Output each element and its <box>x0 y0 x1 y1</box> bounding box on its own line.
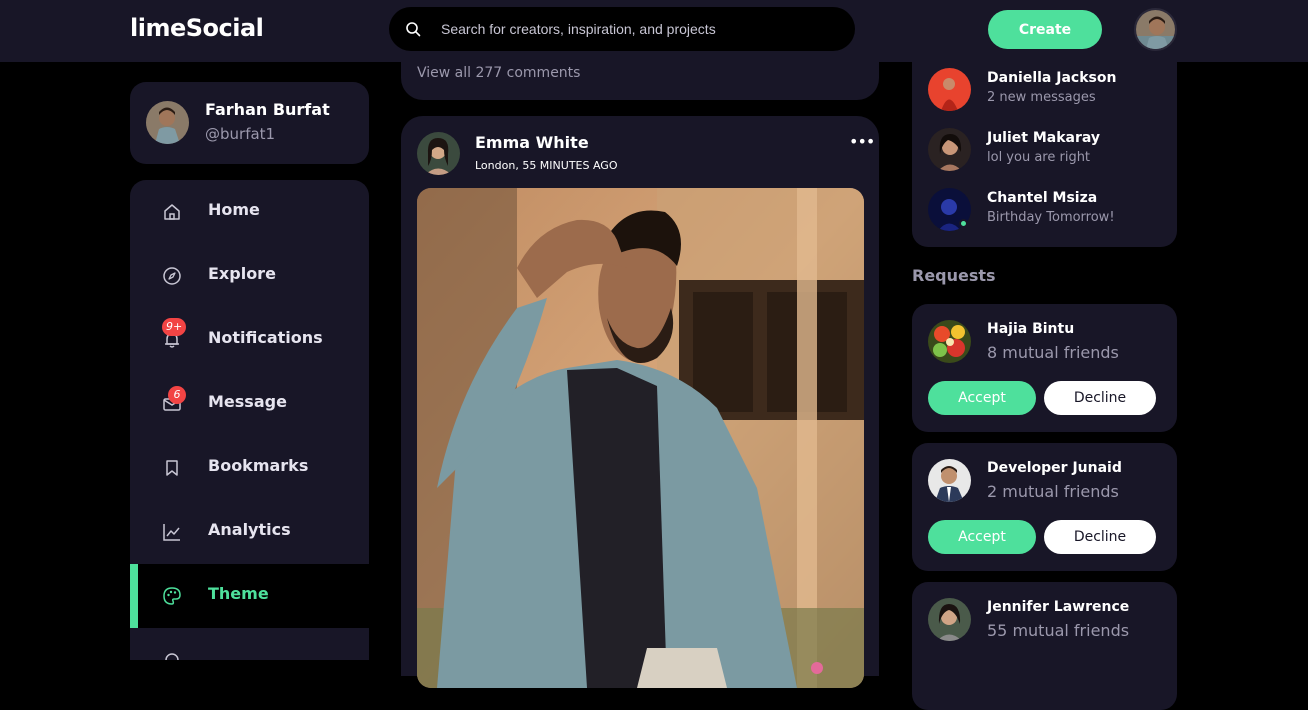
mutual-friends: 8 mutual friends <box>987 343 1119 362</box>
sidebar-item-label: Analytics <box>208 520 291 539</box>
sidebar-item-theme[interactable]: Theme <box>130 564 369 628</box>
sidebar-item-settings[interactable] <box>130 628 369 660</box>
post-author-name[interactable]: Emma White <box>475 133 589 152</box>
message-badge: 6 <box>168 386 186 404</box>
message-sender: Daniella Jackson <box>987 70 1117 86</box>
request-name[interactable]: Developer Junaid <box>987 460 1122 476</box>
view-comments-link[interactable]: View all 277 comments <box>417 65 580 81</box>
sidebar-item-notifications[interactable]: 9+ Notifications <box>130 308 369 372</box>
sidebar-item-label: Theme <box>208 584 269 603</box>
app-logo[interactable]: limeSocial <box>130 14 264 42</box>
request-card: Developer Junaid 2 mutual friends Accept… <box>912 443 1177 571</box>
message-preview: lol you are right <box>987 150 1091 165</box>
sidebar-item-label: Notifications <box>208 328 323 347</box>
post-image[interactable] <box>417 188 864 688</box>
sidebar-item-analytics[interactable]: Analytics <box>130 500 369 564</box>
sidebar-item-label: Explore <box>208 264 276 283</box>
bookmark-icon <box>166 460 178 476</box>
analytics-icon <box>163 524 180 541</box>
more-options-icon[interactable]: ••• <box>849 132 875 151</box>
sidebar-item-label: Message <box>208 392 287 411</box>
sidebar-item-explore[interactable]: Explore <box>130 244 369 308</box>
profile-card[interactable]: Farhan Burfat @burfat1 <box>130 82 369 164</box>
request-avatar <box>928 598 971 641</box>
request-card: Hajia Bintu 8 mutual friends Accept Decl… <box>912 304 1177 432</box>
decline-button[interactable]: Decline <box>1044 381 1156 415</box>
decline-button[interactable]: Decline <box>1044 520 1156 554</box>
message-sender: Juliet Makaray <box>987 130 1101 146</box>
sidebar-item-message[interactable]: 6 Message <box>130 372 369 436</box>
notification-badge: 9+ <box>162 318 187 336</box>
message-preview: Birthday Tomorrow! <box>987 210 1115 225</box>
compass-icon <box>163 267 181 285</box>
accept-button[interactable]: Accept <box>928 381 1036 415</box>
message-avatar <box>928 128 971 171</box>
message-avatar <box>928 68 971 111</box>
sidebar-item-label: Home <box>208 200 260 219</box>
palette-icon <box>163 587 181 605</box>
user-avatar[interactable] <box>1134 8 1177 51</box>
accept-button[interactable]: Accept <box>928 520 1036 554</box>
request-name[interactable]: Hajia Bintu <box>987 321 1074 337</box>
requests-heading: Requests <box>912 266 996 285</box>
profile-handle: @burfat1 <box>205 125 276 143</box>
profile-avatar <box>146 101 189 144</box>
sidebar-nav: Home Explore 9+ Notifications 6 Message … <box>130 180 369 660</box>
message-item[interactable]: Daniella Jackson 2 new messages <box>928 68 1168 118</box>
sidebar-item-bookmarks[interactable]: Bookmarks <box>130 436 369 500</box>
request-avatar <box>928 320 971 363</box>
search-input[interactable] <box>441 18 831 40</box>
request-card: Jennifer Lawrence 55 mutual friends <box>912 582 1177 710</box>
mutual-friends: 55 mutual friends <box>987 621 1130 640</box>
search-bar[interactable] <box>389 7 855 51</box>
message-sender: Chantel Msiza <box>987 190 1098 206</box>
message-preview: 2 new messages <box>987 90 1096 105</box>
sidebar-item-home[interactable]: Home <box>130 180 369 244</box>
create-button[interactable]: Create <box>988 10 1102 49</box>
post-author-avatar[interactable] <box>417 132 460 175</box>
search-icon <box>406 22 421 37</box>
post-card: Emma White London, 55 MINUTES AGO ••• <box>401 116 879 688</box>
request-avatar <box>928 459 971 502</box>
post-meta: London, 55 MINUTES AGO <box>475 159 618 172</box>
message-item[interactable]: Chantel Msiza Birthday Tomorrow! <box>928 188 1168 238</box>
mutual-friends: 2 mutual friends <box>987 482 1119 501</box>
top-navbar: limeSocial Create <box>0 0 1308 62</box>
profile-name: Farhan Burfat <box>205 100 330 119</box>
online-indicator <box>959 219 968 228</box>
home-icon <box>164 204 180 220</box>
active-indicator <box>130 564 138 628</box>
messages-card: Daniella Jackson 2 new messages Juliet M… <box>912 40 1177 247</box>
request-name[interactable]: Jennifer Lawrence <box>987 599 1129 615</box>
message-item[interactable]: Juliet Makaray lol you are right <box>928 128 1168 178</box>
sidebar-item-label: Bookmarks <box>208 456 309 475</box>
